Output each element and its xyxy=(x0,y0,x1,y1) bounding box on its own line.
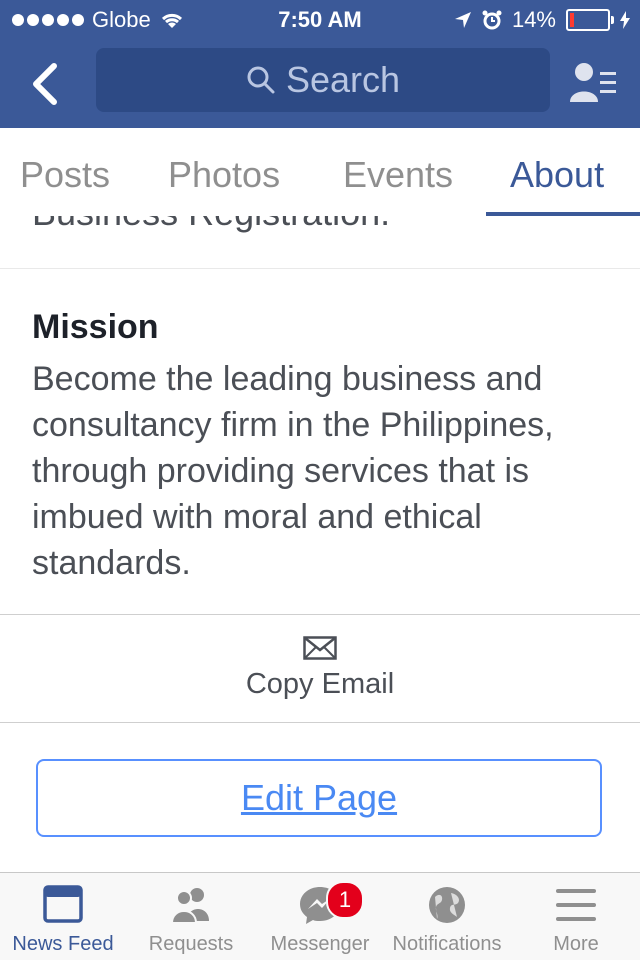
about-content: Business Registration. Mission Become th… xyxy=(0,216,640,872)
tab-photos[interactable]: Photos xyxy=(168,154,280,196)
tabbar-more[interactable]: More xyxy=(512,873,640,960)
screen: Globe 7:50 AM 14% Search Posts Photos Ev… xyxy=(0,0,640,960)
friends-icon xyxy=(170,888,209,924)
location-arrow-icon xyxy=(454,12,471,28)
divider xyxy=(0,722,640,723)
messenger-badge: 1 xyxy=(326,881,364,919)
globe-icon xyxy=(429,887,465,923)
status-right: 14% xyxy=(454,7,630,33)
bottom-tab-bar: News Feed Requests 1 Messenger Notificat… xyxy=(0,872,640,960)
tabbar-messenger[interactable]: 1 Messenger xyxy=(256,873,384,960)
tabbar-requests[interactable]: Requests xyxy=(128,873,254,960)
tabbar-label: Messenger xyxy=(270,933,370,955)
alarm-clock-icon xyxy=(482,10,502,30)
tabbar-news-feed[interactable]: News Feed xyxy=(0,873,126,960)
battery-level-fill xyxy=(570,13,574,27)
hamburger-icon xyxy=(556,889,596,921)
edit-page-button[interactable]: Edit Page xyxy=(36,759,602,837)
status-bar: Globe 7:50 AM 14% xyxy=(0,0,640,40)
search-placeholder: Search xyxy=(285,59,401,100)
tab-posts[interactable]: Posts xyxy=(20,154,110,196)
friend-requests-icon[interactable] xyxy=(568,58,618,108)
business-registration-text: Business Registration. xyxy=(32,216,390,234)
tabbar-label: Notifications xyxy=(392,933,502,955)
tabbar-label: News Feed xyxy=(12,933,114,955)
top-bar: Globe 7:50 AM 14% Search xyxy=(0,0,640,128)
search-icon xyxy=(247,66,275,94)
tabbar-label: Requests xyxy=(148,933,234,955)
back-chevron-icon[interactable] xyxy=(26,60,66,108)
battery-icon xyxy=(566,9,614,31)
tab-about[interactable]: About xyxy=(510,154,604,196)
charging-bolt-icon xyxy=(620,11,630,29)
tab-events[interactable]: Events xyxy=(343,154,453,196)
news-feed-icon xyxy=(43,885,83,923)
edit-page-label: Edit Page xyxy=(240,777,398,818)
mission-heading: Mission xyxy=(32,308,159,346)
divider xyxy=(0,268,640,269)
mission-text: Become the leading business and consulta… xyxy=(32,360,554,582)
tabbar-notifications[interactable]: Notifications xyxy=(382,873,512,960)
battery-percent: 14% xyxy=(511,7,556,32)
page-tabs: Posts Photos Events About xyxy=(0,128,640,217)
search-input[interactable]: Search xyxy=(96,48,550,112)
envelope-icon xyxy=(303,636,337,660)
copy-email-button[interactable]: Copy Email xyxy=(0,616,640,722)
divider xyxy=(0,614,640,615)
tabbar-label: More xyxy=(553,933,599,955)
copy-email-label: Copy Email xyxy=(245,668,395,700)
